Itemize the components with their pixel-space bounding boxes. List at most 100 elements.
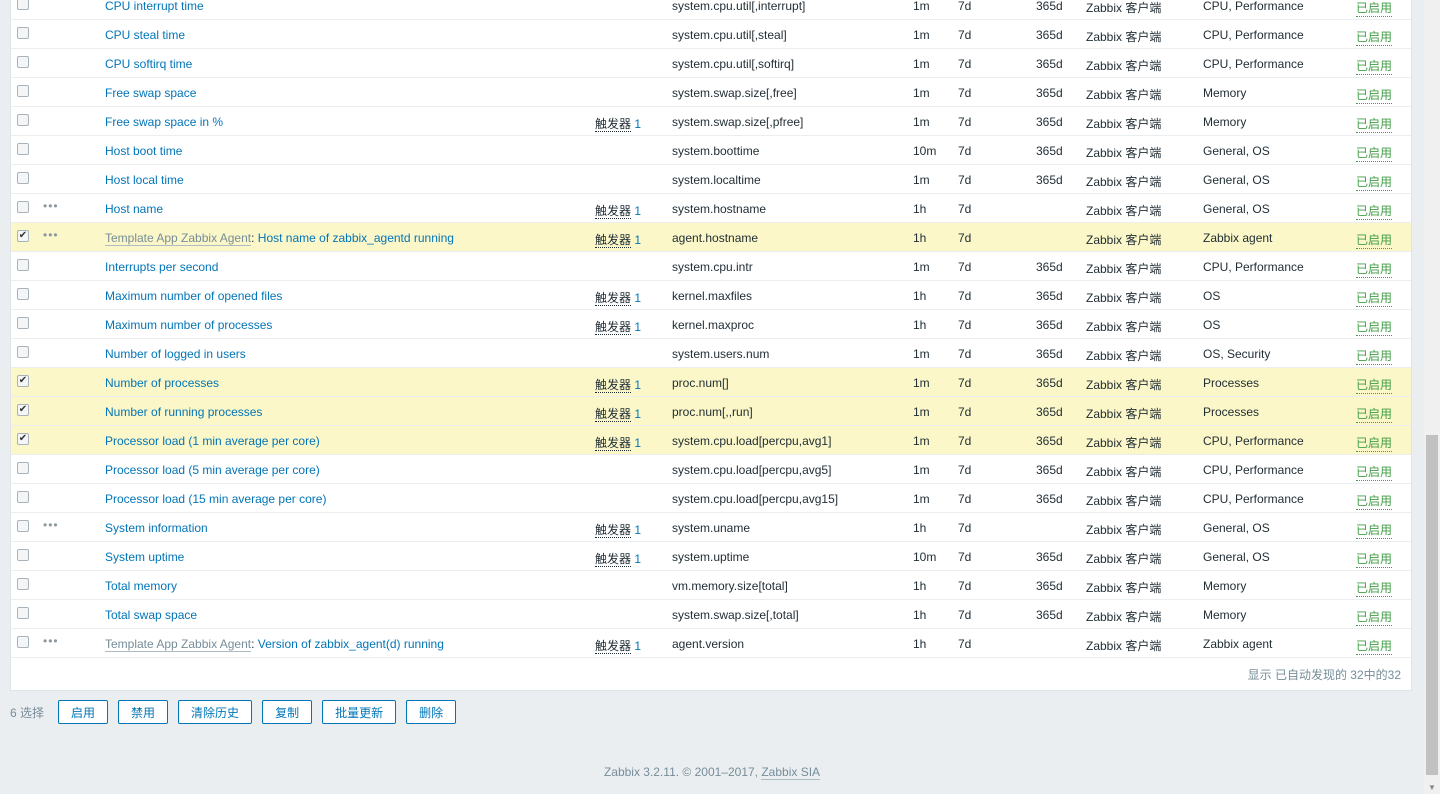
triggers-link[interactable]: 触发器 1 [595, 289, 641, 306]
row-checkbox[interactable] [17, 578, 29, 590]
scrollbar-thumb[interactable] [1426, 435, 1438, 775]
item-link[interactable]: Total memory [105, 579, 177, 593]
status-toggle[interactable]: 已启用 [1356, 521, 1393, 539]
row-checkbox[interactable] [17, 143, 29, 155]
disable-button[interactable]: 禁用 [118, 700, 169, 724]
triggers-link[interactable]: 触发器 1 [595, 115, 641, 132]
clear-history-button[interactable]: 清除历史 [178, 700, 253, 724]
status-toggle[interactable]: 已启用 [1356, 550, 1393, 568]
item-link[interactable]: Processor load (15 min average per core) [105, 492, 326, 506]
item-link[interactable]: Host local time [105, 173, 184, 187]
row-checkbox[interactable] [17, 85, 29, 97]
item-link[interactable]: Free swap space [105, 86, 196, 100]
triggers-link[interactable]: 触发器 1 [595, 434, 641, 451]
status-toggle[interactable]: 已启用 [1356, 376, 1393, 394]
item-link[interactable]: System uptime [105, 550, 184, 564]
item-link[interactable]: CPU interrupt time [105, 0, 204, 13]
more-options-icon[interactable]: ••• [43, 634, 59, 648]
status-toggle[interactable]: 已启用 [1356, 144, 1393, 162]
status-toggle[interactable]: 已启用 [1356, 231, 1393, 249]
status-toggle[interactable]: 已启用 [1356, 86, 1393, 104]
status-toggle[interactable]: 已启用 [1356, 318, 1393, 336]
more-options-icon[interactable]: ••• [43, 518, 59, 532]
row-checkbox[interactable]: ✔ [17, 230, 29, 242]
row-checkbox[interactable] [17, 27, 29, 39]
row-checkbox[interactable] [17, 462, 29, 474]
triggers-label[interactable]: 触发器 [595, 407, 632, 422]
status-toggle[interactable]: 已启用 [1356, 608, 1393, 626]
row-checkbox[interactable] [17, 0, 29, 10]
template-link[interactable]: Template App Zabbix Agent [105, 231, 252, 246]
item-link[interactable]: Host name [105, 202, 163, 216]
enable-button[interactable]: 启用 [58, 700, 109, 724]
triggers-label[interactable]: 触发器 [595, 436, 632, 451]
item-link[interactable]: Host name of zabbix_agentd running [258, 231, 454, 245]
item-link[interactable]: CPU softirq time [105, 57, 192, 71]
triggers-link[interactable]: 触发器 1 [595, 318, 641, 335]
item-link[interactable]: Interrupts per second [105, 260, 218, 274]
item-link[interactable]: Number of running processes [105, 405, 262, 419]
triggers-link[interactable]: 触发器 1 [595, 376, 641, 393]
more-options-icon[interactable]: ••• [43, 228, 59, 242]
row-checkbox[interactable]: ✔ [17, 404, 29, 416]
item-link[interactable]: Host boot time [105, 144, 182, 158]
status-toggle[interactable]: 已启用 [1356, 637, 1393, 655]
row-checkbox[interactable]: ✔ [17, 375, 29, 387]
row-checkbox[interactable] [17, 114, 29, 126]
triggers-link[interactable]: 触发器 1 [595, 521, 641, 538]
triggers-label[interactable]: 触发器 [595, 552, 632, 567]
status-toggle[interactable]: 已启用 [1356, 405, 1393, 423]
row-checkbox[interactable] [17, 288, 29, 300]
row-checkbox[interactable] [17, 346, 29, 358]
item-link[interactable]: Number of processes [105, 376, 219, 390]
status-toggle[interactable]: 已启用 [1356, 289, 1393, 307]
triggers-link[interactable]: 触发器 1 [595, 405, 641, 422]
status-toggle[interactable]: 已启用 [1356, 463, 1393, 481]
status-toggle[interactable]: 已启用 [1356, 173, 1393, 191]
more-options-icon[interactable]: ••• [43, 199, 59, 213]
triggers-label[interactable]: 触发器 [595, 204, 632, 219]
status-toggle[interactable]: 已启用 [1356, 0, 1393, 17]
scroll-down-arrow-icon[interactable]: ▼ [1428, 783, 1436, 792]
triggers-link[interactable]: 触发器 1 [595, 637, 641, 654]
status-toggle[interactable]: 已启用 [1356, 115, 1393, 133]
triggers-label[interactable]: 触发器 [595, 639, 632, 654]
item-link[interactable]: Total swap space [105, 608, 197, 622]
triggers-label[interactable]: 触发器 [595, 117, 632, 132]
item-link[interactable]: Maximum number of processes [105, 318, 272, 332]
triggers-label[interactable]: 触发器 [595, 523, 632, 538]
triggers-label[interactable]: 触发器 [595, 378, 632, 393]
item-link[interactable]: Version of zabbix_agent(d) running [258, 637, 444, 651]
row-checkbox[interactable] [17, 607, 29, 619]
row-checkbox[interactable] [17, 259, 29, 271]
status-toggle[interactable]: 已启用 [1356, 579, 1393, 597]
triggers-label[interactable]: 触发器 [595, 320, 632, 335]
delete-button[interactable]: 删除 [406, 700, 457, 724]
triggers-link[interactable]: 触发器 1 [595, 550, 641, 567]
row-checkbox[interactable] [17, 201, 29, 213]
item-link[interactable]: Number of logged in users [105, 347, 246, 361]
copy-button[interactable]: 复制 [262, 700, 313, 724]
status-toggle[interactable]: 已启用 [1356, 260, 1393, 278]
template-link[interactable]: Template App Zabbix Agent [105, 637, 252, 652]
row-checkbox[interactable] [17, 317, 29, 329]
scrollbar[interactable]: ▼ [1424, 0, 1440, 794]
row-checkbox[interactable] [17, 172, 29, 184]
item-link[interactable]: Maximum number of opened files [105, 289, 282, 303]
status-toggle[interactable]: 已启用 [1356, 28, 1393, 46]
status-toggle[interactable]: 已启用 [1356, 347, 1393, 365]
row-checkbox[interactable] [17, 636, 29, 648]
status-toggle[interactable]: 已启用 [1356, 202, 1393, 220]
triggers-link[interactable]: 触发器 1 [595, 231, 641, 248]
status-toggle[interactable]: 已启用 [1356, 492, 1393, 510]
status-toggle[interactable]: 已启用 [1356, 57, 1393, 75]
mass-update-button[interactable]: 批量更新 [322, 700, 397, 724]
row-checkbox[interactable] [17, 491, 29, 503]
status-toggle[interactable]: 已启用 [1356, 434, 1393, 452]
triggers-label[interactable]: 触发器 [595, 233, 632, 248]
row-checkbox[interactable] [17, 520, 29, 532]
row-checkbox[interactable] [17, 56, 29, 68]
item-link[interactable]: Processor load (1 min average per core) [105, 434, 320, 448]
item-link[interactable]: System information [105, 521, 208, 535]
row-checkbox[interactable]: ✔ [17, 433, 29, 445]
